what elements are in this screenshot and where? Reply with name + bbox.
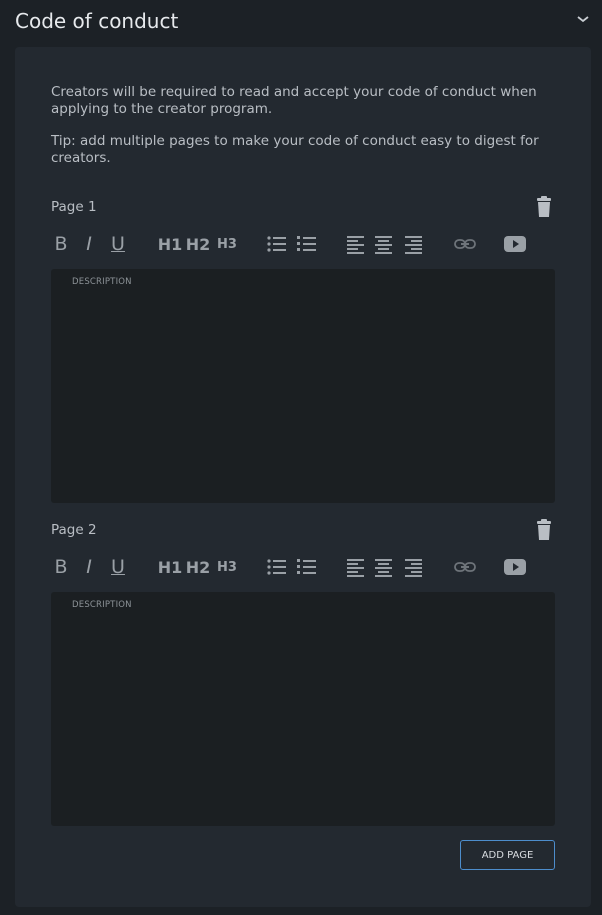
align-left-icon[interactable] xyxy=(347,231,365,257)
add-page-button[interactable]: ADD PAGE xyxy=(460,840,555,870)
italic-icon[interactable]: I xyxy=(80,231,98,257)
link-icon[interactable] xyxy=(454,231,476,257)
align-left-icon[interactable] xyxy=(347,554,365,580)
align-center-icon[interactable] xyxy=(375,554,393,580)
chevron-down-icon[interactable] xyxy=(576,14,590,24)
editor-toolbar: B I U H1 H2 H3 xyxy=(51,231,555,257)
numbered-list-icon[interactable] xyxy=(297,231,317,257)
align-right-icon[interactable] xyxy=(405,554,423,580)
page-label: Page 2 xyxy=(51,522,97,538)
tip-text: Tip: add multiple pages to make your cod… xyxy=(51,133,539,166)
align-center-icon[interactable] xyxy=(375,231,393,257)
numbered-list-icon[interactable] xyxy=(297,554,317,580)
align-right-icon[interactable] xyxy=(405,231,423,257)
description-placeholder: DESCRIPTION xyxy=(72,277,132,287)
section-title: Code of conduct xyxy=(15,9,179,33)
h1-icon[interactable]: H1 xyxy=(158,554,183,580)
section-header[interactable]: Code of conduct xyxy=(0,0,602,44)
trash-icon[interactable] xyxy=(534,196,554,218)
description-placeholder: DESCRIPTION xyxy=(72,600,132,610)
youtube-icon[interactable] xyxy=(503,554,527,580)
bullet-list-icon[interactable] xyxy=(267,554,287,580)
editor-toolbar: B I U H1 H2 H3 xyxy=(51,554,555,580)
underline-icon[interactable]: U xyxy=(108,231,128,257)
italic-icon[interactable]: I xyxy=(80,554,98,580)
h3-icon[interactable]: H3 xyxy=(216,554,238,580)
underline-icon[interactable]: U xyxy=(108,554,128,580)
description-editor[interactable]: DESCRIPTION xyxy=(51,592,555,826)
code-of-conduct-card: Creators will be required to read and ac… xyxy=(15,47,591,907)
trash-icon[interactable] xyxy=(534,519,554,541)
youtube-icon[interactable] xyxy=(503,231,527,257)
link-icon[interactable] xyxy=(454,554,476,580)
bold-icon[interactable]: B xyxy=(51,554,71,580)
intro-text: Creators will be required to read and ac… xyxy=(51,84,537,117)
h1-icon[interactable]: H1 xyxy=(158,231,183,257)
page-label: Page 1 xyxy=(51,199,97,215)
h3-icon[interactable]: H3 xyxy=(216,231,238,257)
h2-icon[interactable]: H2 xyxy=(186,554,211,580)
bullet-list-icon[interactable] xyxy=(267,231,287,257)
description-editor[interactable]: DESCRIPTION xyxy=(51,269,555,503)
h2-icon[interactable]: H2 xyxy=(186,231,211,257)
bold-icon[interactable]: B xyxy=(51,231,71,257)
